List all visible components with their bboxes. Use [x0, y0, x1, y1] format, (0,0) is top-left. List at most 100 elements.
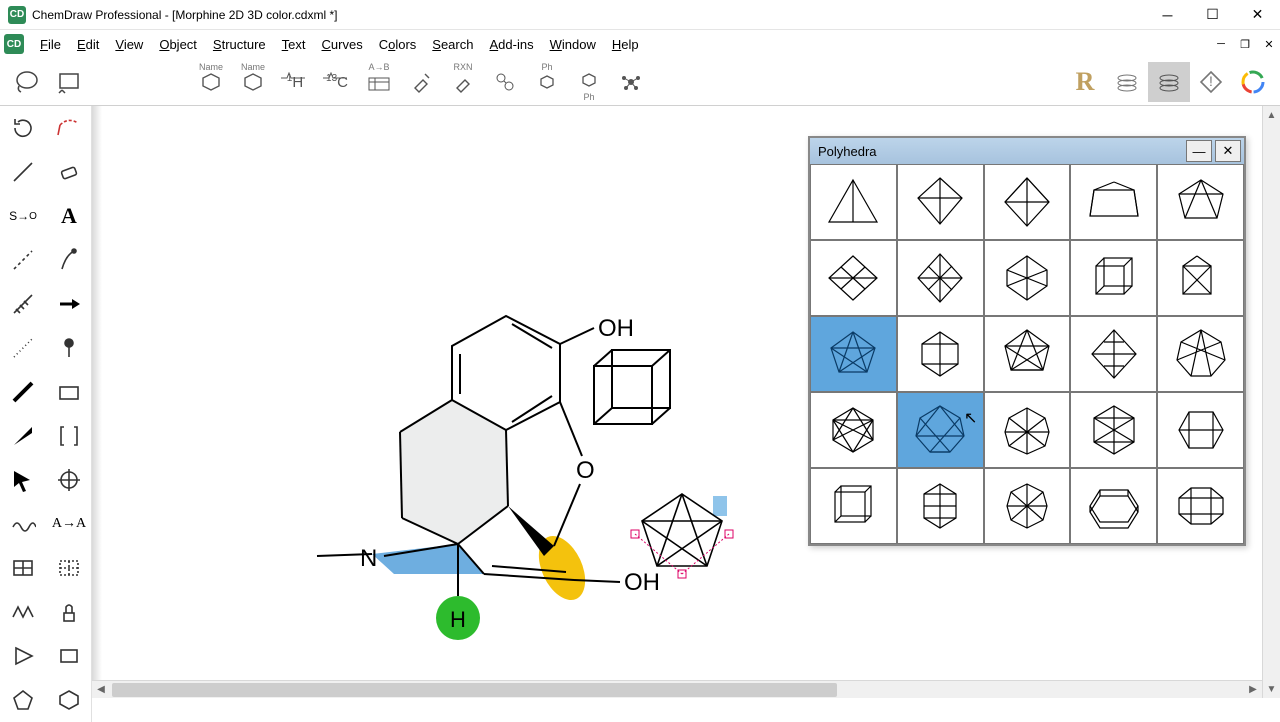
fragment-button[interactable] [610, 62, 652, 102]
pen-tool[interactable] [46, 238, 92, 282]
vertical-scrollbar[interactable]: ▲ ▼ [1262, 106, 1280, 698]
close-button[interactable]: ✕ [1235, 0, 1280, 30]
polyhedra-triangular-bipyramid[interactable] [984, 164, 1071, 240]
layers-selected-button[interactable] [1148, 62, 1190, 102]
polyhedra-octagonal-prism[interactable] [1157, 468, 1244, 544]
polyhedra-panel-header[interactable]: Polyhedra — ✕ [810, 138, 1244, 164]
wedge-tool[interactable] [0, 414, 46, 458]
panel-close-button[interactable]: ✕ [1215, 140, 1241, 162]
hatched-line-tool[interactable] [0, 282, 46, 326]
polyhedra-icosahedron-fragment[interactable] [1157, 316, 1244, 392]
menu-search[interactable]: Search [424, 34, 481, 55]
menu-window[interactable]: Window [542, 34, 604, 55]
atom-label-tool[interactable]: S→O [0, 194, 46, 238]
rectangle-tool[interactable] [46, 370, 92, 414]
scroll-thumb[interactable] [112, 683, 837, 697]
r-group-button[interactable]: R [1064, 62, 1106, 102]
google-search-button[interactable] [1232, 62, 1274, 102]
dashed-line-tool[interactable] [0, 238, 46, 282]
menu-file[interactable]: File [32, 34, 69, 55]
menu-help[interactable]: Help [604, 34, 647, 55]
hexagon-tool[interactable] [46, 678, 92, 722]
play-tool[interactable] [0, 634, 46, 678]
warning-button[interactable]: ! [1190, 62, 1232, 102]
polyhedra-elongated-dodecahedron[interactable] [897, 468, 984, 544]
polyhedra-triaugmented-triangular-prism[interactable] [810, 316, 897, 392]
bracket-tool[interactable] [46, 414, 92, 458]
polyhedra-triaugmented-wedge[interactable] [1157, 164, 1244, 240]
target-tool[interactable] [46, 458, 92, 502]
refresh-icon[interactable] [0, 106, 46, 150]
menu-object[interactable]: Object [151, 34, 205, 55]
line-tool[interactable] [0, 150, 46, 194]
arrow-tool[interactable] [0, 458, 46, 502]
marquee-tool[interactable] [48, 62, 90, 102]
horizontal-scrollbar[interactable]: ◀ ▶ [92, 680, 1262, 698]
clean-structure-button[interactable] [400, 62, 442, 102]
a-to-a-tool[interactable]: A→A [46, 502, 92, 546]
scroll-down-icon[interactable]: ▼ [1263, 680, 1280, 698]
wavy-line-tool[interactable] [0, 502, 46, 546]
polyhedra-tetrahedron[interactable] [810, 164, 897, 240]
polyhedra-elongated-square-pyramid[interactable] [897, 316, 984, 392]
pentagon-tool[interactable] [0, 678, 46, 722]
equation-button[interactable]: A→B [358, 62, 400, 102]
rxn-button[interactable]: RXN [442, 62, 484, 102]
polyhedra-cube[interactable] [1070, 240, 1157, 316]
menu-edit[interactable]: Edit [69, 34, 107, 55]
menu-colors[interactable]: Colors [371, 34, 425, 55]
nmr-1h-button[interactable]: 1H [274, 62, 316, 102]
menu-view[interactable]: View [107, 34, 151, 55]
doc-restore-button[interactable]: ❐ [1234, 34, 1256, 54]
lasso-tool[interactable] [6, 62, 48, 102]
doc-close-button[interactable]: ✕ [1258, 34, 1280, 54]
polyhedra-hexagonal-prism[interactable] [1157, 392, 1244, 468]
menu-text[interactable]: Text [274, 34, 314, 55]
polyhedra-icosahedron[interactable] [897, 392, 984, 468]
scroll-right-icon[interactable]: ▶ [1244, 684, 1262, 695]
structure-to-name-button[interactable]: Name [232, 62, 274, 102]
polyhedra-hexagonal-prism-large[interactable] [1070, 468, 1157, 544]
menu-structure[interactable]: Structure [205, 34, 274, 55]
menu-add-ins[interactable]: Add-ins [481, 34, 541, 55]
polyhedra-snub-disphenoid[interactable] [984, 240, 1071, 316]
panel-minimize-button[interactable]: — [1186, 140, 1212, 162]
polyhedra-cube-outline[interactable] [810, 468, 897, 544]
stamp-tool[interactable] [46, 590, 92, 634]
table-tool[interactable] [0, 546, 46, 590]
phenyl-1-button[interactable]: Ph [526, 62, 568, 102]
polyhedra-rhombic-dodecahedron[interactable] [1070, 392, 1157, 468]
menu-curves[interactable]: Curves [314, 34, 371, 55]
polyhedra-hexagonal-antiprism[interactable] [810, 392, 897, 468]
pin-tool[interactable] [46, 326, 92, 370]
eraser-tool[interactable] [46, 150, 92, 194]
phenyl-2-button[interactable]: Ph [568, 62, 610, 102]
polyhedra-cuboctahedron[interactable] [984, 392, 1071, 468]
name-to-structure-button[interactable]: Name [190, 62, 232, 102]
polyhedra-trigonal-prism[interactable] [1070, 164, 1157, 240]
polyhedra-octahedron[interactable] [1070, 316, 1157, 392]
box-tool[interactable] [46, 634, 92, 678]
polyhedra-augmented-cube[interactable] [1157, 240, 1244, 316]
polyhedron-on-canvas[interactable] [627, 486, 737, 586]
doc-minimize-button[interactable]: ─ [1210, 34, 1232, 54]
maximize-button[interactable]: ☐ [1190, 0, 1235, 30]
map-atoms-button[interactable] [484, 62, 526, 102]
polyhedra-tridiminished-icosahedron[interactable] [984, 316, 1071, 392]
scroll-left-icon[interactable]: ◀ [92, 684, 110, 695]
polyhedra-gyrobifastigium[interactable] [810, 240, 897, 316]
drawing-canvas[interactable]: OH O N OH H [92, 106, 1280, 698]
bold-line-tool[interactable] [0, 370, 46, 414]
dotted-table-tool[interactable] [46, 546, 92, 590]
text-tool[interactable]: A [46, 194, 92, 238]
cube-shape[interactable] [582, 338, 682, 438]
scroll-up-icon[interactable]: ▲ [1263, 106, 1280, 124]
zigzag-tool[interactable] [0, 590, 46, 634]
nmr-13c-button[interactable]: 13C [316, 62, 358, 102]
polyhedra-truncated-octahedron[interactable] [984, 468, 1071, 544]
dashed-lasso-tool[interactable] [46, 106, 92, 150]
layers-button[interactable] [1106, 62, 1148, 102]
arrow-right-icon[interactable] [46, 282, 92, 326]
dotted-line-tool[interactable] [0, 326, 46, 370]
polyhedra-square-pyramid[interactable] [897, 164, 984, 240]
